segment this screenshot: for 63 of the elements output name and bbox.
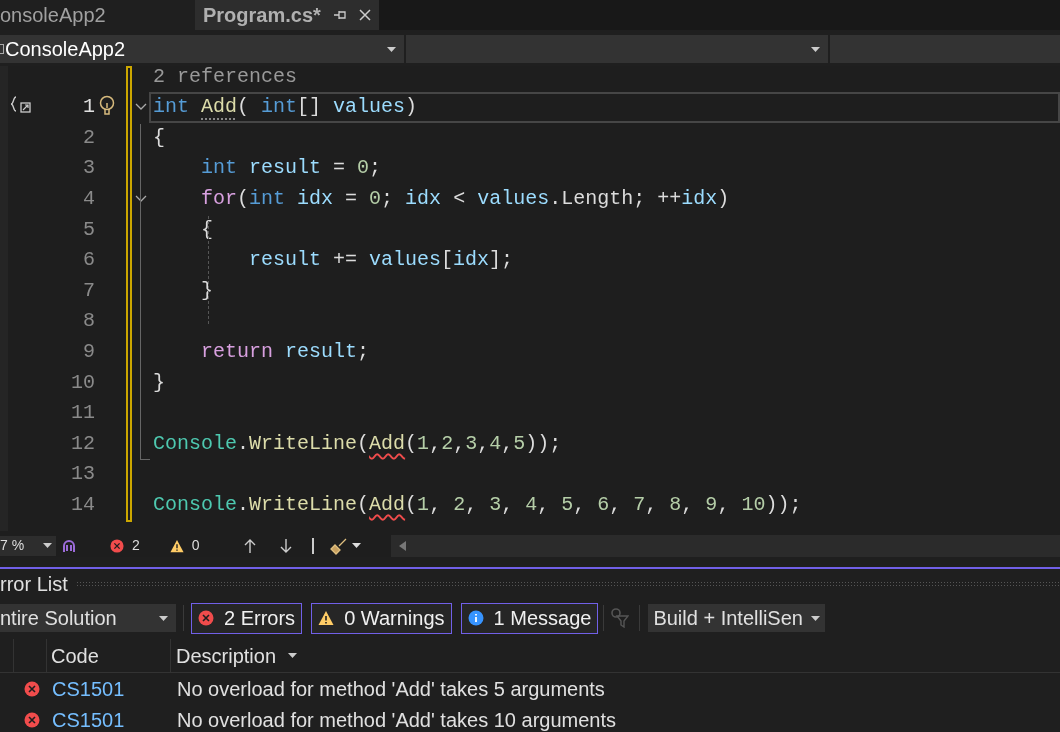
code-line: result += values[idx]; [248,247,514,274]
filter-toggle[interactable]: 0 Warnings [311,602,452,634]
panel-title: rror List [0,572,68,597]
lightbulb-icon[interactable] [99,95,115,117]
arrow-up-icon[interactable] [243,538,256,553]
close-icon[interactable] [358,9,371,21]
code-line: int Add( int[] values) [153,94,418,121]
code-line: return result; [200,339,370,366]
column-header[interactable]: Description [176,640,277,671]
zoom-dropdown[interactable]: 7 % [0,535,56,556]
code-line: } [200,277,213,304]
line-number: 5 [83,216,95,243]
caret-icon [810,615,820,621]
line-number: 2 [83,124,95,151]
warning-count[interactable]: 0 [191,535,200,556]
filter-toggle[interactable]: 1 Message [460,602,599,634]
scope-icon [10,96,34,114]
collapse-icon[interactable] [135,103,147,112]
caret-icon [351,543,361,548]
line-number: 4 [83,186,95,213]
line-number: 3 [83,155,95,182]
document-tab[interactable]: onsoleApp2 [0,0,195,30]
line-number: 13 [71,461,95,488]
code-line: for(int idx = 0; idx < values.Length; ++idx) [200,186,730,213]
horizontal-scrollbar[interactable] [390,534,1060,557]
source-dropdown[interactable]: Build + IntelliSen [648,604,825,632]
caret-icon [288,653,298,658]
caret-icon [43,543,52,548]
line-number: 12 [71,430,95,457]
error-count[interactable]: 2 [132,535,140,556]
line-number: 11 [71,400,95,427]
line-number: 1 [83,94,95,121]
caret-icon [159,615,168,621]
arrow-down-icon[interactable] [279,538,292,553]
scroll-left-icon[interactable] [398,540,406,551]
caret-icon [387,46,396,52]
code-line: } [153,369,165,396]
document-tab[interactable]: Program.cs* [195,0,379,30]
codelens-text[interactable]: 2 references [153,66,1060,92]
line-number: 8 [83,308,95,335]
line-number: 10 [71,369,95,396]
caret-icon [811,46,820,52]
code-line: Console.WriteLine(Add(1,2,3,4,5)); [153,430,562,457]
filter-toggle[interactable]: 2 Errors [191,602,303,634]
pin-icon[interactable] [332,9,347,21]
error-code-link[interactable]: CS1501 [47,673,171,704]
scope-dropdown[interactable]: ntire Solution [0,604,176,632]
line-number: 9 [83,339,95,366]
error-description: No overload for method 'Add' takes 5 arguments [176,676,605,702]
error-icon [110,538,124,553]
project-icon [0,44,4,54]
code-line: { [153,124,165,151]
broom-icon[interactable] [329,536,348,555]
line-number: 14 [71,492,95,518]
column-header[interactable]: Code [51,640,99,671]
line-number: 6 [83,247,95,274]
warning-icon [169,538,184,553]
line-number: 7 [83,277,95,304]
code-line: int result = 0; [200,155,382,182]
error-code-link[interactable]: CS1501 [47,704,171,732]
code-line: Console.WriteLine(Add(1, 2, 3, 4, 5, 6, 7, 8, 9, 10)); [153,492,802,518]
error-description: No overload for method 'Add' takes 10 arguments [176,707,616,732]
project-dropdown[interactable]: ConsoleApp2 [0,35,404,63]
